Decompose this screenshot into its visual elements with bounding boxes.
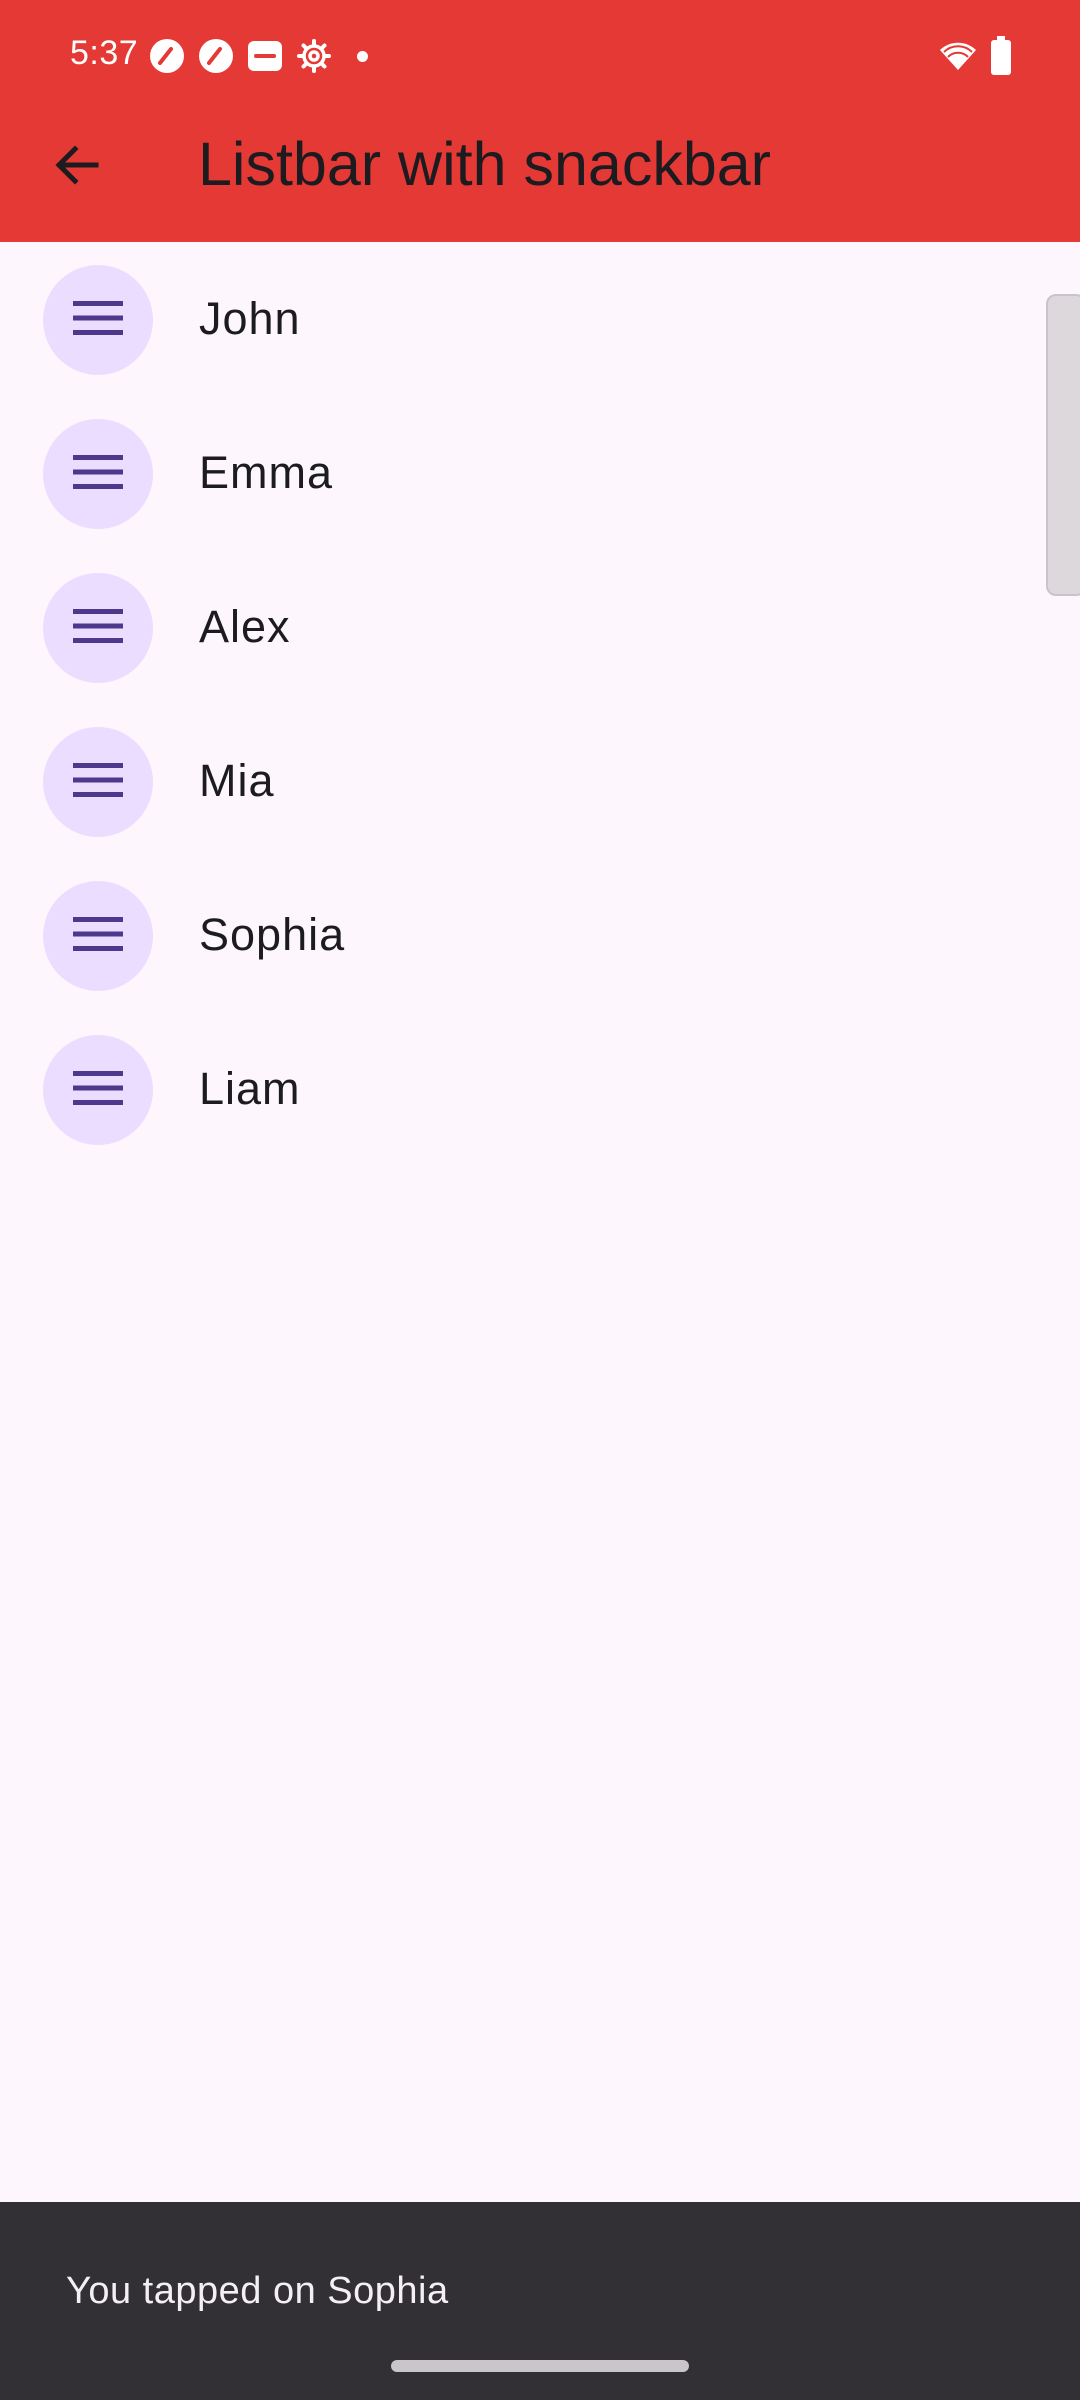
menu-lines-icon bbox=[73, 608, 123, 648]
list-item-label: Mia bbox=[199, 755, 275, 806]
settings-gear-icon bbox=[296, 38, 332, 74]
list-item-label: Emma bbox=[199, 447, 334, 498]
avatar bbox=[43, 419, 153, 529]
list-item-mia[interactable]: Mia bbox=[0, 704, 1080, 858]
app-bar: 5:37 Listbar with snackbar bbox=[0, 0, 1080, 242]
avatar bbox=[43, 573, 153, 683]
status-time: 5:37 bbox=[70, 34, 139, 72]
snackbar-message: You tapped on Sophia bbox=[66, 2270, 449, 2312]
menu-lines-icon bbox=[73, 454, 123, 494]
menu-lines-icon bbox=[73, 762, 123, 802]
home-gesture-bar[interactable] bbox=[391, 2360, 689, 2372]
wifi-icon bbox=[938, 38, 978, 74]
vivo-icon bbox=[247, 38, 283, 74]
avatar bbox=[43, 727, 153, 837]
list-item-john[interactable]: John bbox=[0, 242, 1080, 396]
list-item-label: Alex bbox=[199, 601, 291, 652]
avatar bbox=[43, 265, 153, 375]
list-item-sophia[interactable]: Sophia bbox=[0, 858, 1080, 1012]
speedometer-icon bbox=[149, 38, 185, 74]
list-item-label: John bbox=[199, 293, 301, 344]
list-item-label: Liam bbox=[199, 1063, 301, 1114]
menu-lines-icon bbox=[73, 916, 123, 956]
arrow-back-icon bbox=[52, 140, 102, 195]
speedometer-icon bbox=[198, 38, 234, 74]
back-button[interactable] bbox=[40, 130, 114, 204]
list-item-emma[interactable]: Emma bbox=[0, 396, 1080, 550]
list-item-alex[interactable]: Alex bbox=[0, 550, 1080, 704]
avatar bbox=[43, 881, 153, 991]
menu-lines-icon bbox=[73, 300, 123, 340]
scrollbar-thumb[interactable] bbox=[1046, 294, 1080, 596]
page-title: Listbar with snackbar bbox=[198, 130, 771, 198]
list-item-liam[interactable]: Liam bbox=[0, 1012, 1080, 1166]
names-list: John Emma Alex Mia Sophia Liam bbox=[0, 242, 1080, 1166]
list-item-label: Sophia bbox=[199, 909, 346, 960]
battery-icon bbox=[990, 36, 1012, 76]
notification-dot-icon bbox=[357, 51, 368, 62]
avatar bbox=[43, 1035, 153, 1145]
status-bar: 5:37 bbox=[0, 0, 1080, 112]
menu-lines-icon bbox=[73, 1070, 123, 1110]
